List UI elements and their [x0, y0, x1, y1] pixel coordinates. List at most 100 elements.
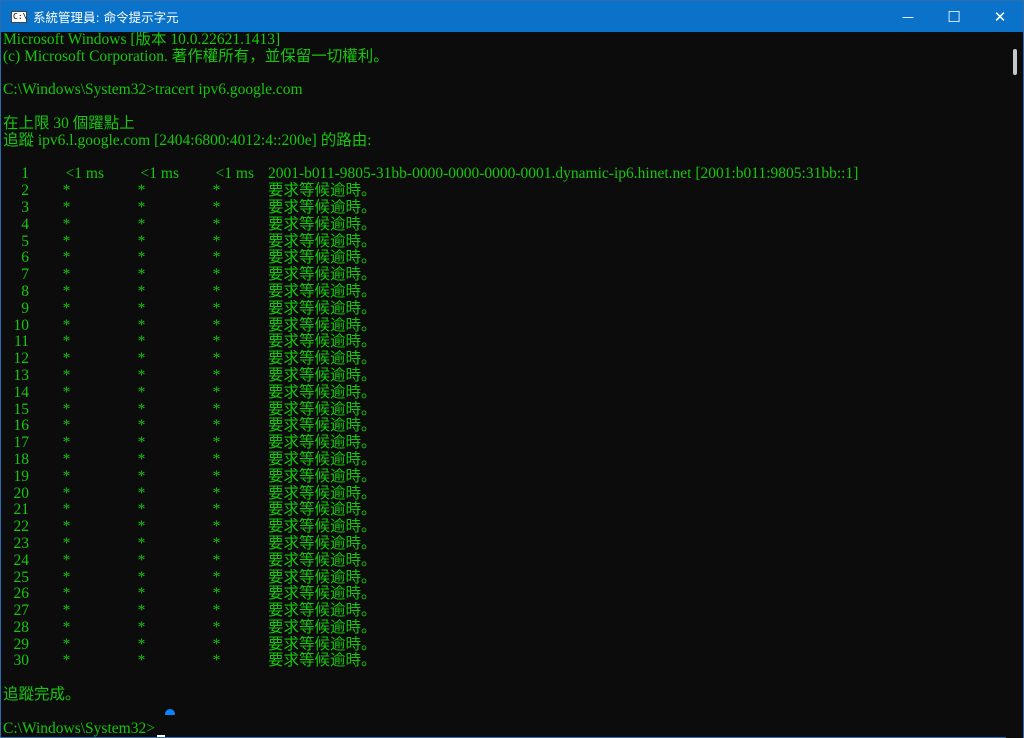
hop-row: 24 * * * 要求等候逾時。 — [3, 551, 1007, 570]
hop-time-3: * — [212, 266, 221, 284]
hop-time-2: * — [137, 249, 146, 267]
hop-time-3: * — [212, 585, 221, 603]
hop-row: 6 * * * 要求等候逾時。 — [3, 249, 1007, 267]
hop-time-1: * — [62, 232, 71, 250]
close-button[interactable]: ✕ — [977, 1, 1023, 32]
hop-time-2: * — [137, 350, 146, 368]
hop-number: 14 — [13, 383, 30, 401]
hop-time-1: * — [62, 350, 71, 368]
hop-time-3: * — [212, 568, 221, 586]
hop-number: 17 — [13, 434, 30, 452]
hop-host: 要求等候逾時。 — [268, 232, 377, 250]
vertical-scrollbar[interactable] — [1006, 32, 1023, 738]
hop-time-2: * — [137, 534, 146, 552]
hop-row: 20 * * * 要求等候逾時。 — [3, 484, 1007, 503]
hop-time-2: * — [137, 417, 146, 435]
prompt-text: C:\Windows\System32> — [3, 719, 155, 737]
hop-time-2: * — [137, 366, 146, 384]
trace-intro-line: 追蹤 ipv6.l.google.com [2404:6800:4012:4::… — [3, 131, 372, 149]
hop-time-1: * — [62, 198, 71, 216]
hop-time-2: * — [137, 333, 146, 351]
title-bar[interactable]: C:\ 系統管理員: 命令提示字元 — ☐ ✕ — [1, 1, 1023, 32]
hop-time-2: * — [137, 215, 146, 233]
hop-host: 要求等候逾時。 — [268, 249, 377, 267]
hop-time-2: <1 ms — [140, 165, 179, 183]
hop-time-2: * — [137, 383, 146, 401]
hop-time-1: * — [62, 484, 71, 502]
hop-time-2: * — [137, 232, 146, 250]
hop-row: 4 * * * 要求等候逾時。 — [3, 215, 1007, 234]
hop-number: 21 — [13, 501, 30, 519]
hop-time-1: * — [62, 652, 71, 670]
hop-time-1: * — [62, 366, 71, 384]
hop-row: 16 * * * 要求等候逾時。 — [3, 417, 1007, 435]
maximize-icon: ☐ — [947, 7, 961, 26]
hop-time-1: * — [62, 299, 71, 317]
hop-time-3: * — [212, 450, 221, 468]
cmd-app-icon[interactable]: C:\ — [11, 10, 28, 23]
window-controls: — ☐ ✕ — [885, 1, 1023, 32]
hop-time-1: * — [62, 215, 71, 233]
hop-time-2: * — [137, 266, 146, 284]
hop-time-3: * — [212, 602, 221, 620]
hop-number: 15 — [13, 400, 30, 418]
hop-time-1: * — [62, 501, 71, 519]
minimize-button[interactable]: — — [885, 1, 931, 32]
hop-host: 要求等候逾時。 — [268, 198, 377, 216]
hop-time-1: * — [62, 182, 71, 200]
hop-row: 3 * * * 要求等候逾時。 — [3, 198, 1007, 217]
hop-row: 14 * * * 要求等候逾時。 — [3, 383, 1007, 402]
hop-host: 要求等候逾時。 — [268, 417, 377, 435]
hop-row: 21 * * * 要求等候逾時。 — [3, 501, 1007, 519]
hop-time-2: * — [137, 450, 146, 468]
hop-time-2: * — [137, 400, 146, 418]
hop-host: 要求等候逾時。 — [268, 350, 377, 368]
hop-row: 10 * * * 要求等候逾時。 — [3, 316, 1007, 335]
hop-time-2: * — [137, 467, 146, 485]
hop-number: 29 — [13, 635, 30, 653]
hop-time-1: * — [62, 551, 71, 569]
hop-row: 15 * * * 要求等候逾時。 — [3, 400, 1007, 419]
scrollbar-thumb[interactable] — [1013, 49, 1017, 75]
console-output[interactable]: Microsoft Windows [版本 10.0.22621.1413] (… — [1, 32, 1007, 738]
hop-time-3: * — [212, 467, 221, 485]
input-indicator-icon — [165, 709, 175, 715]
hop-time-2: * — [137, 585, 146, 603]
hop-time-2: * — [137, 618, 146, 636]
hop-row: 17 * * * 要求等候逾時。 — [3, 434, 1007, 452]
hop-time-2: * — [137, 501, 146, 519]
hop-time-1: * — [62, 585, 71, 603]
hop-time-1: * — [62, 618, 71, 636]
hop-time-1: * — [62, 282, 71, 300]
hop-host: 要求等候逾時。 — [268, 518, 377, 536]
hop-host: 要求等候逾時。 — [268, 400, 377, 418]
hop-host: 要求等候逾時。 — [268, 484, 377, 502]
hop-time-2: * — [137, 282, 146, 300]
hop-time-2: * — [137, 602, 146, 620]
hop-host: 要求等候逾時。 — [268, 333, 377, 351]
hop-number: 20 — [13, 484, 30, 502]
hop-time-1: <1 ms — [65, 165, 104, 183]
hop-row: 11 * * * 要求等候逾時。 — [3, 333, 1007, 351]
hop-number: 4 — [21, 215, 29, 233]
hop-time-3: * — [212, 198, 221, 216]
hop-time-3: * — [212, 501, 221, 519]
hop-time-3: * — [212, 383, 221, 401]
hop-time-3: * — [212, 215, 221, 233]
hop-time-1: * — [62, 333, 71, 351]
cmd-app-icon-label: C:\ — [13, 11, 28, 21]
hop-list: 1 <1 ms <1 ms <1 ms 2001-b011-9805-31bb-0000… — [3, 165, 1007, 670]
hop-time-2: * — [137, 635, 146, 653]
hop-time-1: * — [62, 518, 71, 536]
prompt-line[interactable]: C:\Windows\System32> — [3, 719, 1007, 738]
hop-time-2: * — [137, 182, 146, 200]
hop-host: 要求等候逾時。 — [268, 316, 377, 334]
hop-time-3: * — [212, 299, 221, 317]
maximize-button[interactable]: ☐ — [931, 1, 977, 32]
hop-row: 9 * * * 要求等候逾時。 — [3, 299, 1007, 318]
hop-time-3: <1 ms — [215, 165, 254, 183]
